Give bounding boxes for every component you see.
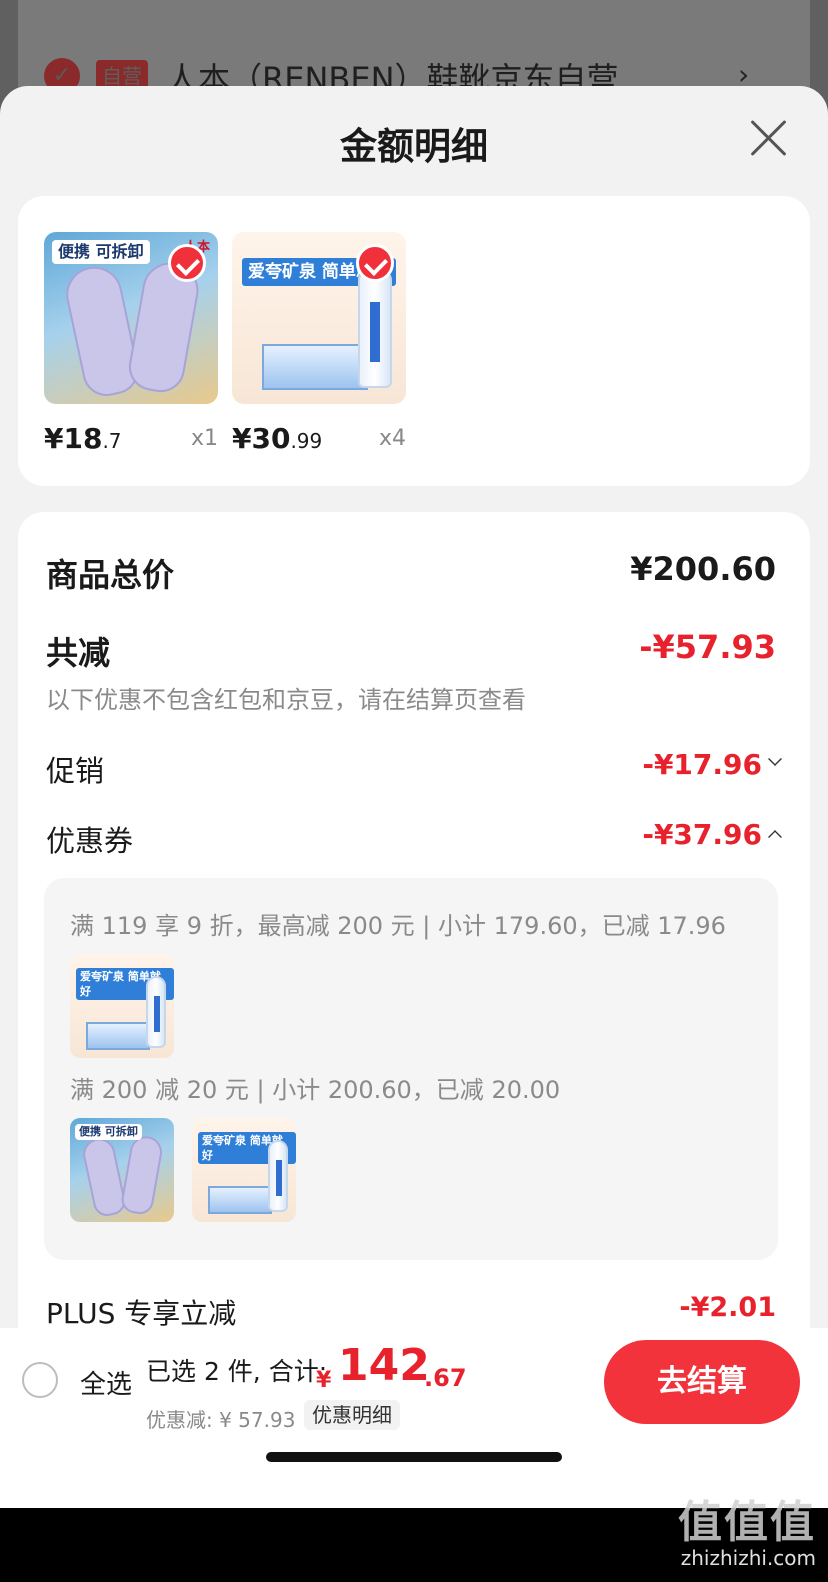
- chevron-up-icon[interactable]: [768, 830, 782, 844]
- total-price-label: 商品总价: [46, 556, 175, 594]
- coupon-product-thumb: 爱夸矿泉 简单就好: [192, 1118, 296, 1222]
- plus-discount-value: -¥2.01: [679, 1292, 776, 1323]
- product-image-insole: 便携 可拆卸 人本: [44, 232, 218, 404]
- selection-summary: 已选 2 件, 合计:: [146, 1357, 328, 1386]
- coupon-product-thumb: 爱夸矿泉 简单就好: [70, 954, 174, 1058]
- select-all-radio[interactable]: [22, 1362, 58, 1398]
- product-qty: x1: [190, 426, 218, 451]
- product-badge: 便携 可拆卸: [52, 240, 150, 264]
- discount-note: 以下优惠不包含红包和京豆，请在结算页查看: [46, 686, 526, 714]
- coupon-value: -¥37.96: [642, 818, 762, 851]
- coupon-label: 优惠券: [46, 824, 134, 858]
- coupon-product-thumb: 便携 可拆卸: [70, 1118, 174, 1222]
- selected-check-icon[interactable]: [356, 244, 394, 282]
- product-item[interactable]: 爱夸矿泉 简单就好 ¥30.99 x4: [232, 232, 406, 455]
- home-indicator: [266, 1452, 562, 1462]
- product-price: ¥30.99: [232, 422, 323, 455]
- water-bottle-shape: [358, 270, 392, 388]
- watermark-logo: 值值值: [678, 1497, 816, 1548]
- product-qty: x4: [378, 426, 406, 451]
- total-amount-decimal: .67: [424, 1364, 467, 1392]
- insole-shape: [61, 261, 143, 401]
- currency-symbol: ¥: [316, 1368, 332, 1393]
- product-badge: 便携 可拆卸: [75, 1124, 142, 1140]
- product-item[interactable]: 便携 可拆卸 人本 ¥18.7 x1: [44, 232, 218, 455]
- coupon-rule-text: 满 200 减 20 元 | 小计 200.60，已减 20.00: [70, 1076, 561, 1104]
- selected-check-icon[interactable]: [168, 244, 206, 282]
- promotion-label: 促销: [46, 754, 105, 788]
- page: ✓ 自营 人本（RENBEN）鞋靴京东自营... › 金额明细 便携 可拆卸 人…: [0, 0, 828, 1582]
- product-price: ¥18.7: [44, 422, 122, 455]
- plus-discount-label: PLUS 专享立减: [46, 1297, 237, 1330]
- insole-shape: [80, 1135, 128, 1219]
- total-reduce-label: 共减: [46, 634, 111, 672]
- coupon-rule-text: 满 119 享 9 折，最高减 200 元 | 小计 179.60，已减 17.…: [70, 912, 726, 940]
- sheet-title: 金额明细: [340, 125, 488, 168]
- chevron-down-icon[interactable]: [768, 752, 782, 766]
- select-all-label[interactable]: 全选: [80, 1364, 132, 1401]
- product-image-water: 爱夸矿泉 简单就好: [232, 232, 406, 404]
- watermark-url: zhizhizhi.com: [680, 1546, 816, 1570]
- discount-amount: 优惠减: ¥ 57.93: [146, 1408, 296, 1432]
- water-box-shape: [262, 344, 368, 390]
- checkout-button[interactable]: 去结算: [604, 1340, 800, 1424]
- insole-shape: [119, 1133, 165, 1217]
- total-amount-integer: 142: [338, 1340, 430, 1391]
- close-icon[interactable]: [748, 118, 788, 158]
- products-card: 便携 可拆卸 人本 ¥18.7 x1 爱夸矿泉 简单就好 ¥30.99 x4: [18, 196, 810, 486]
- water-bottle-shape: [268, 1140, 288, 1212]
- water-box-shape: [208, 1186, 272, 1214]
- water-box-shape: [86, 1022, 150, 1050]
- discount-detail-link[interactable]: 优惠明细: [304, 1400, 400, 1430]
- promotion-value: -¥17.96: [642, 748, 762, 781]
- total-price-value: ¥200.60: [630, 550, 776, 588]
- water-bottle-shape: [146, 976, 166, 1048]
- total-reduce-value: -¥57.93: [639, 628, 776, 666]
- coupon-detail-box: 满 119 享 9 折，最高减 200 元 | 小计 179.60，已减 17.…: [44, 878, 778, 1260]
